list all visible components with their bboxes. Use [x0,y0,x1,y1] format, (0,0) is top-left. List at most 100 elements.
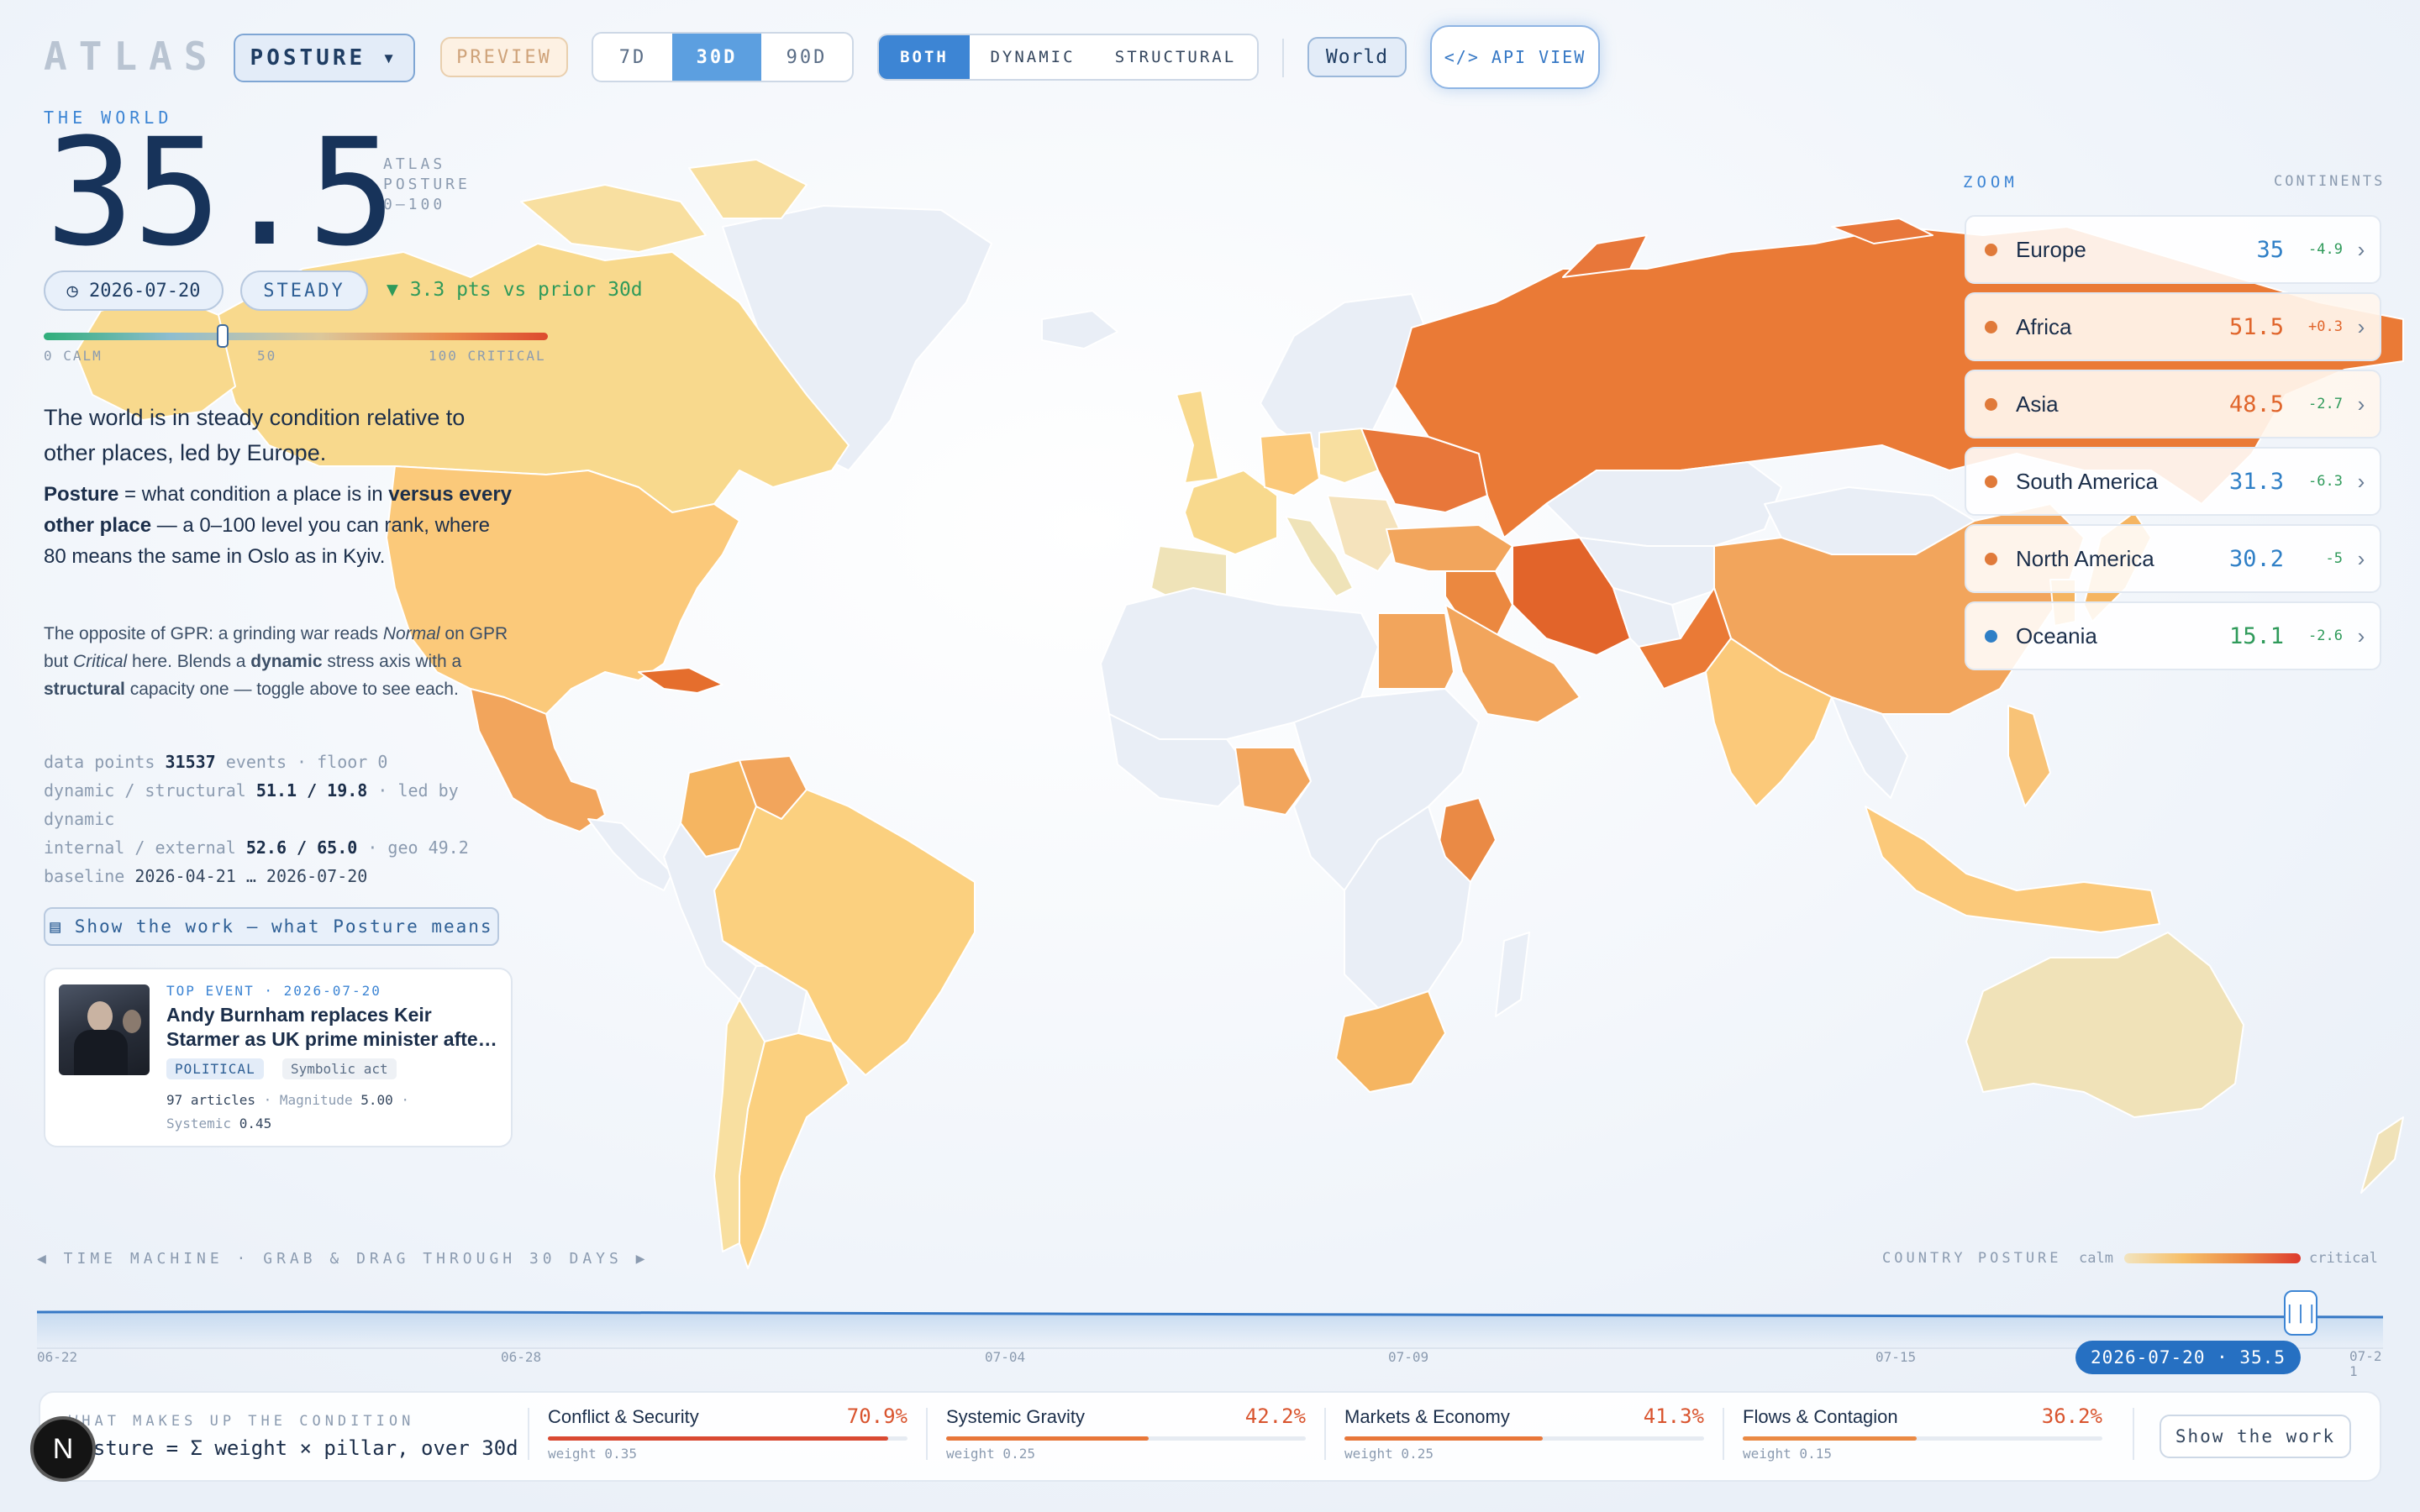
explainer-fragment: stress axis with a [322,652,462,671]
legend-calm: calm [2079,1250,2113,1267]
tab-7d[interactable]: 7D [593,34,672,81]
definition-fragment: Posture [44,483,119,506]
tab-30d[interactable]: 30D [672,34,761,81]
pillar-weight: weight 0.25 [946,1446,1035,1462]
pillar-item[interactable]: Conflict & Security 70.9% weight 0.35 [548,1404,908,1470]
pillar-percent: 42.2% [1244,1404,1306,1428]
stat-row: dynamic / structural 51.1 / 19.8 · led b… [44,776,514,833]
date-pill-label: ◷ 2026-07-20 [66,280,201,302]
continent-dot [1985,475,1997,488]
pillar-fill [1743,1436,1917,1441]
chevron-right-icon: › [2357,622,2365,648]
show-work-button[interactable]: ▤ Show the work — what Posture means [44,907,499,946]
pillar-name: Conflict & Security [548,1406,699,1427]
stat-value: 51.1 / 19.8 [255,780,368,801]
continent-name: Asia [2016,391,2059,417]
pillar-divider [1723,1408,1724,1460]
timeline-tick-label: 07-09 [1388,1349,1429,1365]
explainer-fragment: structural [44,680,125,699]
pillar-name: Flows & Contagion [1743,1406,1898,1427]
event-meta-magnitude: 5.00 [360,1092,393,1108]
continent-card[interactable]: South America 31.3 -6.3 › [1965,447,2381,516]
api-view-button-label: </> API VIEW [1444,47,1586,67]
pillar-item[interactable]: Markets & Economy 41.3% weight 0.25 [1344,1404,1704,1470]
pillar-percent: 41.3% [1643,1404,1704,1428]
pillar-item[interactable]: Systemic Gravity 42.2% weight 0.25 [946,1404,1306,1470]
continent-name: Africa [2016,313,2072,339]
time-machine-track[interactable] [37,1304,2383,1349]
tab-90d-label: 90D [786,46,828,68]
continent-delta: +0.3 [2308,318,2343,335]
preview-badge-label: PREVIEW [456,46,552,68]
stat-label: baseline [44,866,125,886]
delta-text: ▼ 3.3 pts vs prior 30d [387,279,643,301]
tab-90d[interactable]: 90D [761,34,852,81]
timeline-tick-label: 07-04 [985,1349,1026,1365]
country-egypt[interactable] [1377,612,1455,690]
pillar-track [946,1436,1306,1441]
date-pill: ◷ 2026-07-20 [44,270,224,311]
stats-block: data points 31537 events · floor 0 dynam… [44,748,514,890]
legend-label: COUNTRY POSTURE [1882,1250,2062,1267]
event-meta-systemic: 0.45 [239,1116,272,1131]
event-meta: 97 articles · Magnitude 5.00 · Systemic … [166,1089,502,1136]
metric-select-label: POSTURE ▾ [250,45,399,71]
score-value: 35.5 [45,107,397,279]
continent-delta: -2.6 [2308,627,2343,644]
breakdown-show-work-button[interactable]: Show the work [2160,1415,2351,1458]
tab-both[interactable]: BOTH [879,35,970,79]
metric-select[interactable]: POSTURE ▾ [234,34,415,82]
event-tag-political: POLITICAL [166,1058,264,1079]
event-title[interactable]: Andy Burnham replaces Keir Starmer as UK… [166,1003,502,1052]
timeline-baseline [37,1347,2383,1349]
continent-card[interactable]: Asia 48.5 -2.7 › [1965,370,2381,438]
pillar-fill [548,1436,888,1441]
breakdown-formula: Posture = Σ weight × pillar, over 30d [69,1436,518,1460]
tab-both-label: BOTH [900,48,949,66]
status-badge-label: STEADY [263,280,345,302]
zoom-label: ZOOM [1963,173,2018,192]
continent-card[interactable]: North America 30.2 -5 › [1965,524,2381,593]
continent-card[interactable]: Europe 35 -4.9 › [1965,215,2381,284]
explainer-fragment: here. Blends a [127,652,251,671]
stat-label: dynamic / structural [44,780,246,801]
continent-delta: -4.9 [2308,241,2343,258]
tab-structural[interactable]: STRUCTURAL [1096,35,1255,79]
mode-tabs: BOTH DYNAMIC STRUCTURAL [877,34,1259,81]
continent-card[interactable]: Oceania 15.1 -2.6 › [1965,601,2381,670]
continent-dot [1985,552,1997,565]
score-caption-line: 0–100 [383,196,446,213]
top-event-card[interactable]: TOP EVENT · 2026-07-20 Andy Burnham repl… [44,968,513,1147]
legend-gradient [2124,1253,2301,1263]
event-thumbnail [59,984,150,1075]
breakdown-show-work-label: Show the work [2175,1426,2336,1446]
timeline-tick-label: 07-15 [1876,1349,1917,1365]
continent-card[interactable]: Africa 51.5 +0.3 › [1965,292,2381,361]
region-button[interactable]: World [1307,37,1407,77]
pillar-divider [2133,1408,2134,1460]
timeline-scrubber-handle[interactable]: ||| [2284,1290,2317,1336]
headline: The world is in steady condition relativ… [44,405,466,465]
continent-name: South America [2016,468,2159,494]
pillar-weight: weight 0.15 [1743,1446,1832,1462]
pillar-fill [1344,1436,1543,1441]
tab-dynamic[interactable]: DYNAMIC [970,35,1096,79]
continent-name: Europe [2016,236,2086,262]
time-machine-title: ◀ TIME MACHINE · GRAB & DRAG THROUGH 30 … [37,1250,650,1268]
show-work-button-label: ▤ Show the work — what Posture means [50,916,493,937]
pillar-item[interactable]: Flows & Contagion 36.2% weight 0.15 [1743,1404,2102,1470]
event-meta-sep: · [401,1092,410,1108]
continent-dot [1985,629,1997,643]
stat-label: data points [44,752,155,772]
pillar-track [1743,1436,2102,1441]
legend-critical: critical [2309,1250,2378,1267]
continent-name: North America [2016,545,2154,571]
scale-calm-label: 0 CALM [44,348,103,364]
stat-row: internal / external 52.6 / 65.0 · geo 49… [44,833,514,862]
explainer-fragment: Normal [382,624,440,643]
api-view-button[interactable]: </> API VIEW [1430,25,1600,89]
continent-score: 51.5 [2228,313,2284,340]
explainer-fragment: capacity one — toggle above to see each. [124,680,459,699]
explainer-fragment: Critical [73,652,128,671]
avatar[interactable]: N [30,1416,96,1482]
